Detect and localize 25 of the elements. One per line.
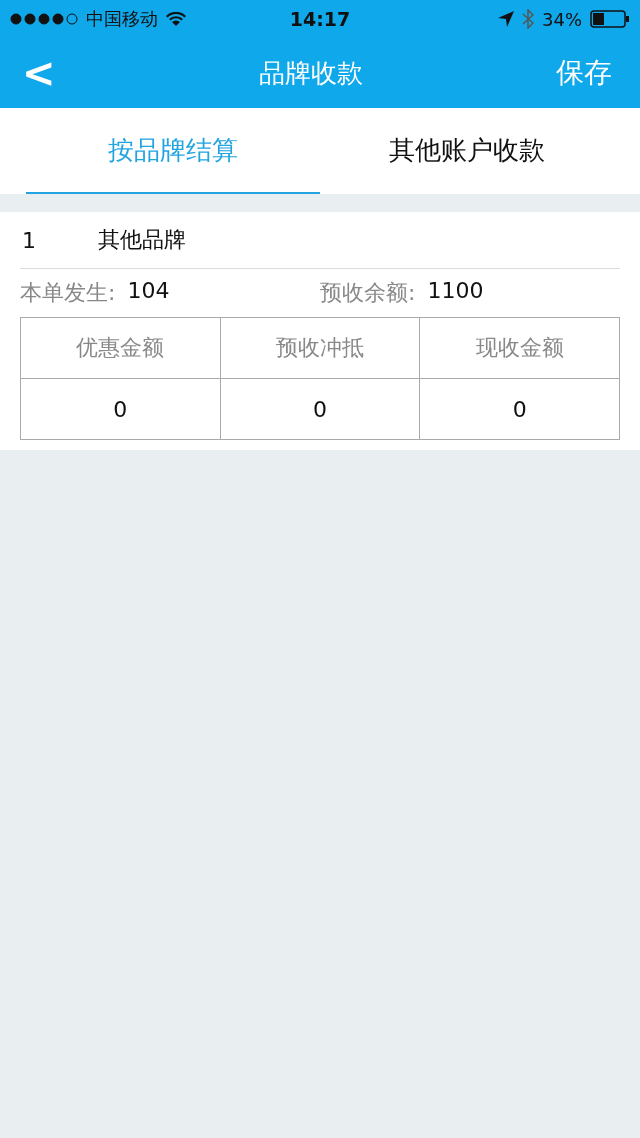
column-header: 现收金额 (420, 318, 620, 379)
tab[interactable]: 其他账户收款 (320, 108, 614, 194)
save-button[interactable]: 保存 (556, 54, 612, 92)
bluetooth-icon (522, 9, 534, 29)
page-title: 品牌收款 (257, 56, 364, 90)
clock-time: 14:17 (289, 8, 351, 30)
column-header: 优惠金额 (21, 318, 221, 379)
location-arrow-icon (498, 11, 514, 27)
carrier-name: 中国移动 (86, 7, 158, 31)
column-header: 预收冲抵 (220, 318, 421, 379)
battery-icon (590, 10, 630, 28)
brand-name: 其他品牌 (98, 226, 186, 254)
tab[interactable]: 按品牌结算 (26, 108, 320, 194)
summary-value: 1100 (427, 278, 484, 305)
wifi-icon (166, 12, 186, 26)
row-index: 1 (21, 227, 37, 253)
summary-label: 预收余额: (320, 279, 416, 307)
summary-label: 本单发生: (20, 279, 116, 307)
table-cell: 0 (220, 379, 421, 440)
battery-percent: 34% (542, 8, 582, 30)
table-cell: 0 (21, 379, 221, 440)
table-cell: 0 (420, 379, 620, 440)
summary-value: 104 (127, 278, 170, 305)
signal-icon (10, 13, 78, 25)
back-button[interactable]: < (12, 50, 66, 96)
